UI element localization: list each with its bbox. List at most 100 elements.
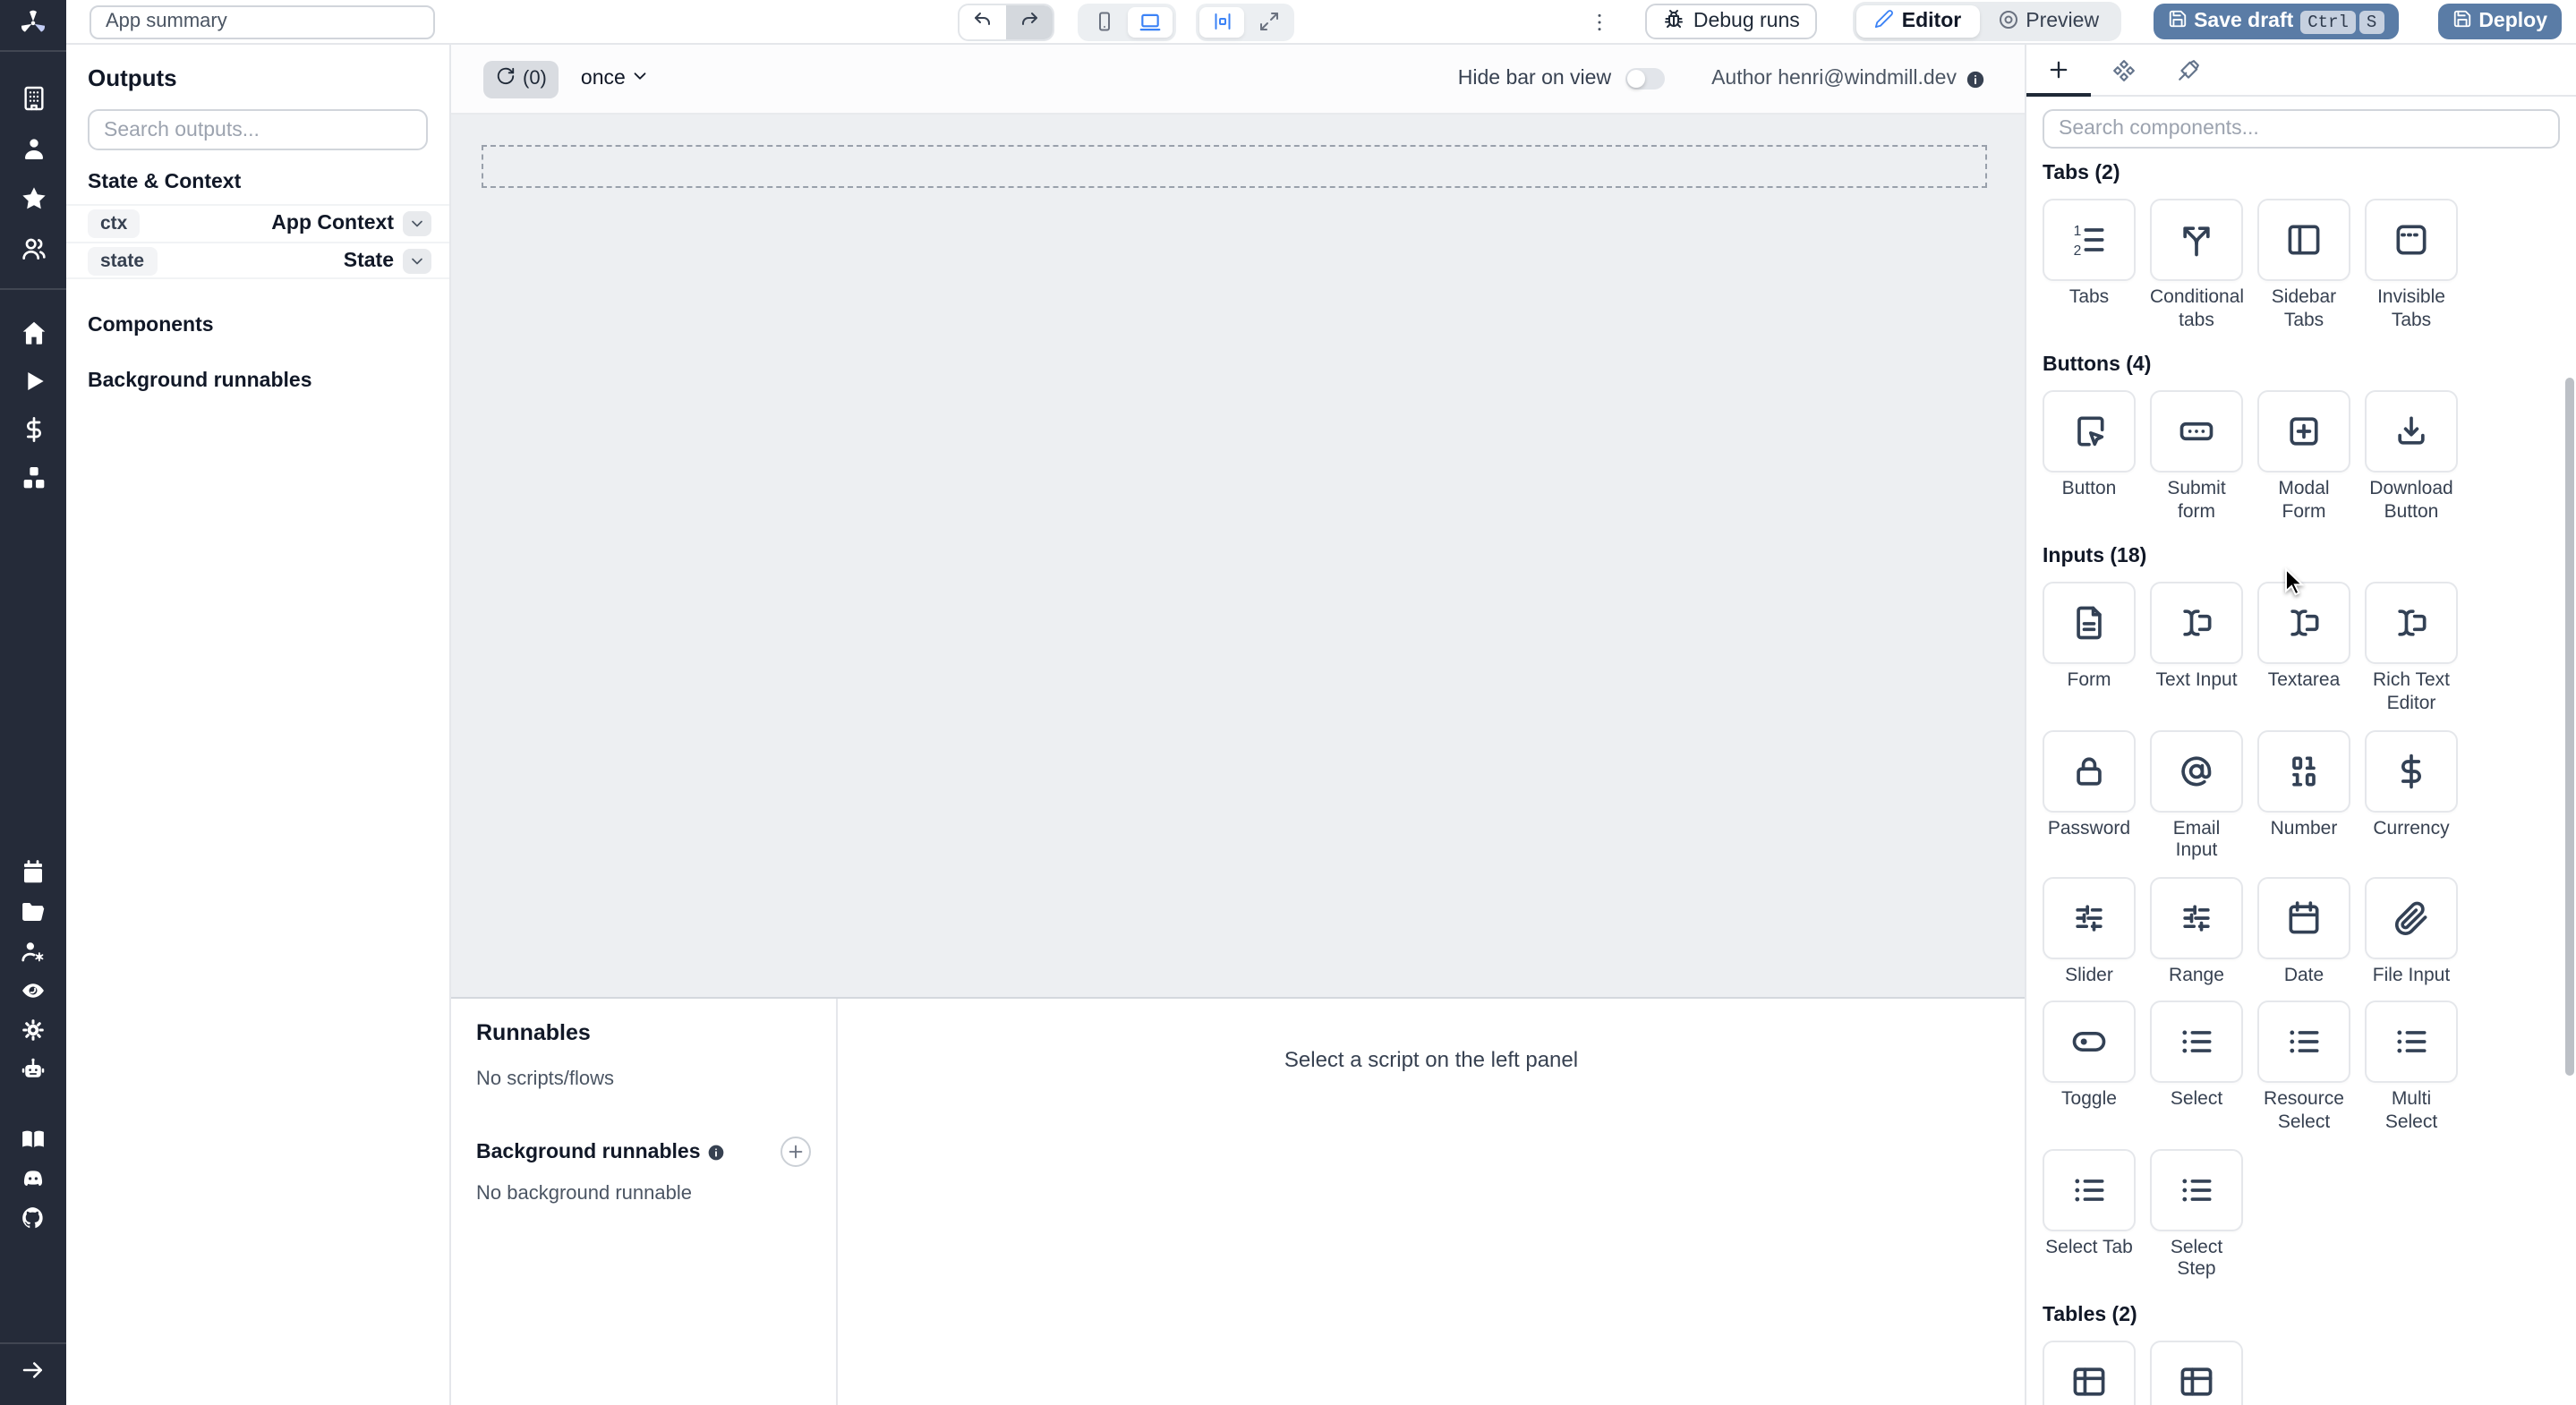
- sidebar-item-user-cog[interactable]: [0, 931, 66, 970]
- debug-runs-button[interactable]: Debug runs: [1644, 4, 1818, 39]
- component-card-slider[interactable]: Slider: [2043, 876, 2136, 987]
- component-card-modal-form[interactable]: Modal Form: [2257, 390, 2350, 523]
- component-card-toggle[interactable]: Toggle: [2043, 1001, 2136, 1134]
- sidebar-item-building[interactable]: [0, 73, 66, 123]
- at-sign-icon: [2181, 755, 2212, 786]
- component-card-select-step[interactable]: Select Step: [2150, 1148, 2243, 1281]
- text-cursor-icon: [2183, 610, 2212, 637]
- component-card-sidebar-tabs[interactable]: Sidebar Tabs: [2257, 199, 2350, 331]
- component-card-email-input[interactable]: Email Input: [2150, 729, 2243, 862]
- sidebar-collapse-button[interactable]: [0, 1342, 66, 1405]
- scrollbar-thumb[interactable]: [2565, 378, 2574, 1076]
- search-outputs-input[interactable]: [88, 109, 428, 150]
- component-card-form[interactable]: Form: [2043, 582, 2136, 715]
- state-context-title: State & Context: [88, 172, 242, 193]
- component-card-table[interactable]: [2043, 1340, 2136, 1405]
- list-icon: [2075, 1178, 2104, 1201]
- component-card-currency[interactable]: Currency: [2365, 729, 2458, 862]
- component-card-invisible-tabs[interactable]: Invisible Tabs: [2365, 199, 2458, 331]
- component-card-label: Multi Select: [2384, 1088, 2438, 1133]
- redo-button[interactable]: [1006, 4, 1053, 38]
- component-card-select[interactable]: Select: [2150, 1001, 2243, 1134]
- sidebar-item-calendar-solid[interactable]: [0, 852, 66, 891]
- component-card-conditional-tabs[interactable]: Conditional tabs: [2150, 199, 2244, 331]
- kbd-ctrl: Ctrl: [2300, 11, 2356, 34]
- component-card-label: Text Input: [2155, 669, 2238, 692]
- component-card-select-tab[interactable]: Select Tab: [2043, 1148, 2136, 1281]
- component-card-password[interactable]: Password: [2043, 729, 2136, 862]
- component-section-title: Tables (2): [2043, 1304, 2137, 1326]
- kbd-s: S: [2358, 11, 2384, 34]
- script-editor-pane: Select a script on the left panel: [838, 999, 2025, 1405]
- chevron-down-icon[interactable]: [403, 211, 431, 236]
- component-card-label: Select Tab: [2045, 1236, 2133, 1258]
- svg-text:2: 2: [2074, 243, 2082, 259]
- add-background-runnable-button[interactable]: [780, 1137, 811, 1167]
- components-tree-tab[interactable]: [2091, 45, 2155, 95]
- sidebar-item-play[interactable]: [0, 356, 66, 404]
- canvas-toolbar: (0) once Hide bar on view Author henri@w…: [451, 45, 2025, 115]
- app-summary-input[interactable]: [90, 4, 435, 38]
- sidebar-item-user[interactable]: [0, 123, 66, 174]
- folder-icon: [22, 902, 45, 921]
- sidebar-group: [0, 52, 66, 274]
- component-section-title: Inputs (18): [2043, 546, 2147, 568]
- output-row-state[interactable]: state State: [66, 242, 449, 279]
- outputs-panel: Outputs State & Context ctx App Context st…: [66, 45, 451, 1405]
- chevron-down-icon: [631, 66, 651, 91]
- info-icon[interactable]: [1966, 69, 1985, 89]
- editor-tab[interactable]: Editor: [1856, 5, 1980, 38]
- fullscreen-layout-button[interactable]: [1246, 6, 1291, 37]
- component-card-resource-select[interactable]: Resource Select: [2257, 1001, 2350, 1134]
- interval-select[interactable]: once: [581, 66, 651, 91]
- component-card-date[interactable]: Date: [2257, 876, 2350, 987]
- outputs-title: Outputs: [88, 64, 177, 91]
- empty-component-placeholder[interactable]: [482, 145, 1987, 188]
- more-menu-button[interactable]: [1584, 4, 1616, 39]
- component-card-number[interactable]: Number: [2257, 729, 2350, 862]
- sidebar-item-bot[interactable]: [0, 1049, 66, 1088]
- mobile-view-button[interactable]: [1081, 6, 1126, 37]
- center-layout-button[interactable]: [1199, 6, 1244, 37]
- component-card-range[interactable]: Range: [2150, 876, 2243, 987]
- sidebar-item-eye[interactable]: [0, 970, 66, 1009]
- sidebar-item-boxes[interactable]: [0, 453, 66, 501]
- chevron-down-icon[interactable]: [403, 248, 431, 273]
- component-card-text-input[interactable]: Text Input: [2150, 582, 2243, 715]
- component-card-download-button[interactable]: Download Button: [2365, 390, 2458, 523]
- windmill-logo-icon[interactable]: [0, 0, 66, 45]
- refresh-button[interactable]: (0): [483, 60, 559, 98]
- deploy-button[interactable]: Deploy: [2437, 4, 2562, 39]
- output-row-ctx[interactable]: ctx App Context: [66, 204, 449, 242]
- component-card-file-input[interactable]: File Input: [2365, 876, 2458, 987]
- more-vertical-icon: [1599, 13, 1602, 30]
- sidebar-item-star[interactable]: [0, 174, 66, 224]
- sidebar-item-folder[interactable]: [0, 891, 66, 931]
- sidebar-item-home[interactable]: [0, 308, 66, 356]
- sidebar-item-book-open[interactable]: [0, 1119, 66, 1158]
- desktop-view-button[interactable]: [1128, 6, 1173, 37]
- component-card-multi-select[interactable]: Multi Select: [2365, 1001, 2458, 1134]
- component-card-textarea[interactable]: Textarea: [2257, 582, 2350, 715]
- component-card-table[interactable]: [2150, 1340, 2243, 1405]
- save-draft-button[interactable]: Save draft Ctrl S: [2153, 4, 2399, 39]
- info-icon[interactable]: [708, 1143, 726, 1161]
- component-card-rich-text-editor[interactable]: Rich Text Editor: [2365, 582, 2458, 715]
- preview-tab[interactable]: Preview: [1979, 5, 2117, 38]
- sidebar-item-users[interactable]: [0, 224, 66, 274]
- hide-bar-toggle[interactable]: [1625, 68, 1666, 89]
- sidebar-item-discord[interactable]: [0, 1158, 66, 1197]
- editor-preview-toggle: Editor Preview: [1853, 2, 2121, 41]
- insert-component-tab[interactable]: [2026, 45, 2091, 97]
- undo-button[interactable]: [960, 4, 1006, 38]
- sidebar-item-gear[interactable]: [0, 1009, 66, 1049]
- select-script-hint: Select a script on the left panel: [1284, 1047, 1579, 1072]
- sidebar-item-dollar-sign[interactable]: [0, 404, 66, 453]
- component-card-submit-form[interactable]: Submit form: [2150, 390, 2243, 523]
- component-card-tabs[interactable]: 1 2 Tabs: [2043, 199, 2136, 331]
- styling-tab[interactable]: [2155, 45, 2220, 95]
- search-components-input[interactable]: [2043, 109, 2560, 149]
- component-card-button[interactable]: Button: [2043, 390, 2136, 523]
- device-toggle-group: [1078, 3, 1176, 40]
- sidebar-item-github[interactable]: [0, 1197, 66, 1237]
